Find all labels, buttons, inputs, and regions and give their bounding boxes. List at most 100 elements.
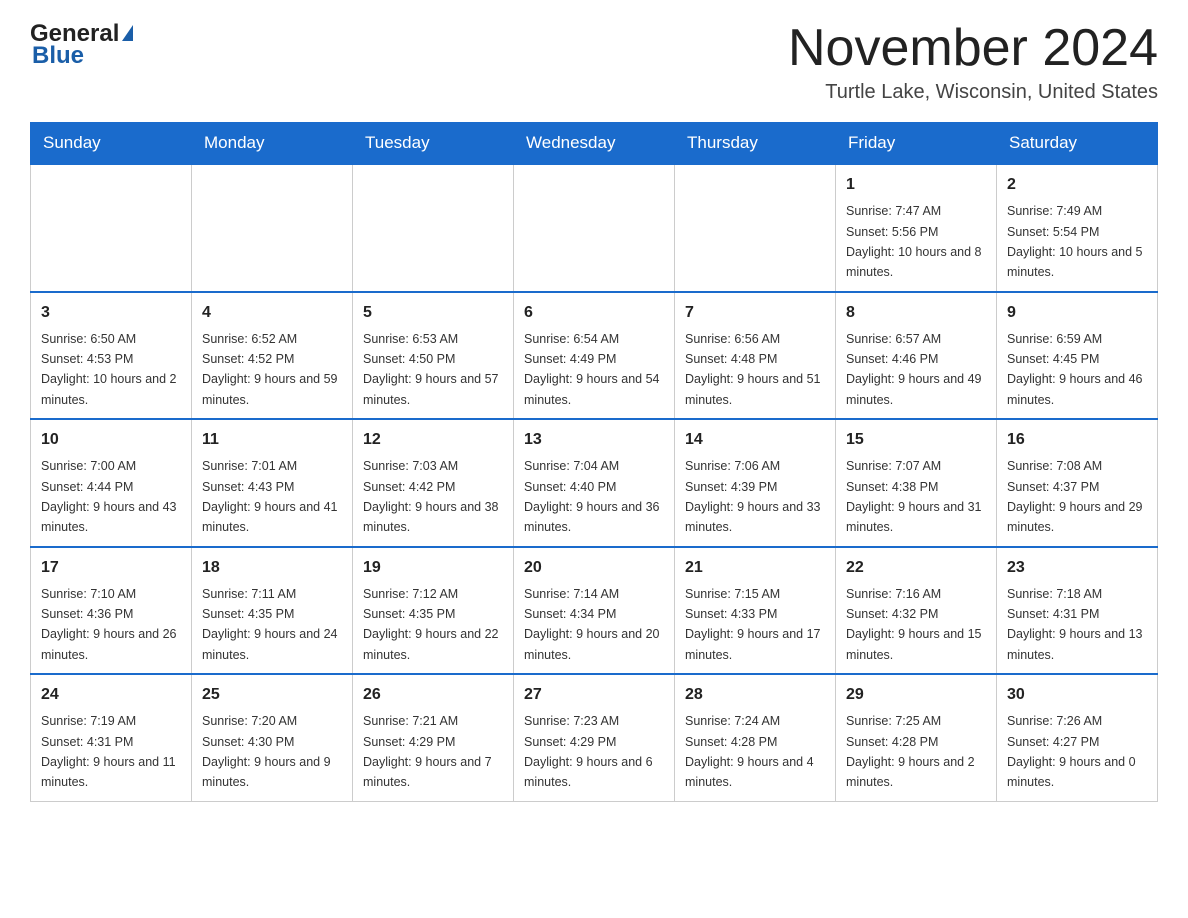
calendar-cell-4-4: 20Sunrise: 7:14 AMSunset: 4:34 PMDayligh… xyxy=(514,547,675,675)
calendar-cell-2-1: 3 Sunrise: 6:50 AMSunset: 4:53 PMDaylight… xyxy=(31,292,192,420)
calendar-cell-4-3: 19 Sunrise: 7:12 AMSunset: 4:35 PMDayligh… xyxy=(353,547,514,675)
day-info: Sunrise: 7:01 AMSunset: 4:43 PMDaylight:… xyxy=(202,459,338,534)
calendar-cell-5-7: 30 Sunrise: 7:26 AMSunset: 4:27 PMDayligh… xyxy=(997,674,1158,801)
day-number: 19 xyxy=(363,556,503,580)
month-title: November 2024 xyxy=(788,20,1158,77)
day-info: Sunrise: 7:25 AMSunset: 4:28 PMDaylight:… xyxy=(846,714,975,789)
calendar-cell-2-6: 8 Sunrise: 6:57 AMSunset: 4:46 PMDaylight… xyxy=(836,292,997,420)
calendar-cell-3-6: 15Sunrise: 7:07 AMSunset: 4:38 PMDayligh… xyxy=(836,419,997,547)
calendar-cell-2-4: 6 Sunrise: 6:54 AMSunset: 4:49 PMDaylight… xyxy=(514,292,675,420)
calendar-week-2: 3 Sunrise: 6:50 AMSunset: 4:53 PMDaylight… xyxy=(31,292,1158,420)
logo: General Blue xyxy=(30,20,133,70)
calendar-cell-1-1 xyxy=(31,164,192,292)
day-number: 16 xyxy=(1007,428,1147,452)
day-number: 29 xyxy=(846,683,986,707)
day-number: 8 xyxy=(846,301,986,325)
calendar-cell-5-6: 29 Sunrise: 7:25 AMSunset: 4:28 PMDayligh… xyxy=(836,674,997,801)
day-number: 4 xyxy=(202,301,342,325)
day-info: Sunrise: 7:03 AMSunset: 4:42 PMDaylight:… xyxy=(363,459,499,534)
logo-triangle-icon xyxy=(122,25,133,41)
day-info: Sunrise: 7:07 AMSunset: 4:38 PMDaylight:… xyxy=(846,459,982,534)
day-number: 17 xyxy=(41,556,181,580)
calendar-cell-1-6: 1 Sunrise: 7:47 AMSunset: 5:56 PMDaylight… xyxy=(836,164,997,292)
calendar-cell-2-3: 5 Sunrise: 6:53 AMSunset: 4:50 PMDaylight… xyxy=(353,292,514,420)
day-number: 13 xyxy=(524,428,664,452)
calendar-cell-4-7: 23 Sunrise: 7:18 AMSunset: 4:31 PMDayligh… xyxy=(997,547,1158,675)
calendar-cell-3-2: 11 Sunrise: 7:01 AMSunset: 4:43 PMDayligh… xyxy=(192,419,353,547)
day-number: 24 xyxy=(41,683,181,707)
calendar-week-4: 17 Sunrise: 7:10 AMSunset: 4:36 PMDayligh… xyxy=(31,547,1158,675)
day-info: Sunrise: 6:52 AMSunset: 4:52 PMDaylight:… xyxy=(202,332,338,407)
calendar-cell-3-4: 13 Sunrise: 7:04 AMSunset: 4:40 PMDayligh… xyxy=(514,419,675,547)
header-friday: Friday xyxy=(836,123,997,165)
day-info: Sunrise: 7:12 AMSunset: 4:35 PMDaylight:… xyxy=(363,587,499,662)
day-info: Sunrise: 6:56 AMSunset: 4:48 PMDaylight:… xyxy=(685,332,821,407)
header-saturday: Saturday xyxy=(997,123,1158,165)
day-number: 23 xyxy=(1007,556,1147,580)
calendar-header-row: SundayMondayTuesdayWednesdayThursdayFrid… xyxy=(31,123,1158,165)
day-number: 2 xyxy=(1007,173,1147,197)
location-subtitle: Turtle Lake, Wisconsin, United States xyxy=(788,81,1158,104)
day-number: 14 xyxy=(685,428,825,452)
calendar-cell-5-3: 26 Sunrise: 7:21 AMSunset: 4:29 PMDayligh… xyxy=(353,674,514,801)
logo-text-blue: Blue xyxy=(30,42,84,70)
day-info: Sunrise: 7:04 AMSunset: 4:40 PMDaylight:… xyxy=(524,459,660,534)
day-info: Sunrise: 6:54 AMSunset: 4:49 PMDaylight:… xyxy=(524,332,660,407)
day-info: Sunrise: 6:57 AMSunset: 4:46 PMDaylight:… xyxy=(846,332,982,407)
day-number: 3 xyxy=(41,301,181,325)
calendar-cell-1-7: 2 Sunrise: 7:49 AMSunset: 5:54 PMDaylight… xyxy=(997,164,1158,292)
day-info: Sunrise: 7:21 AMSunset: 4:29 PMDaylight:… xyxy=(363,714,492,789)
day-number: 25 xyxy=(202,683,342,707)
day-info: Sunrise: 7:26 AMSunset: 4:27 PMDaylight:… xyxy=(1007,714,1136,789)
calendar-cell-5-1: 24 Sunrise: 7:19 AMSunset: 4:31 PMDayligh… xyxy=(31,674,192,801)
calendar-cell-4-1: 17 Sunrise: 7:10 AMSunset: 4:36 PMDayligh… xyxy=(31,547,192,675)
day-number: 26 xyxy=(363,683,503,707)
day-info: Sunrise: 7:19 AMSunset: 4:31 PMDaylight:… xyxy=(41,714,176,789)
day-info: Sunrise: 7:10 AMSunset: 4:36 PMDaylight:… xyxy=(41,587,177,662)
day-info: Sunrise: 7:18 AMSunset: 4:31 PMDaylight:… xyxy=(1007,587,1143,662)
day-number: 1 xyxy=(846,173,986,197)
calendar-cell-5-4: 27Sunrise: 7:23 AMSunset: 4:29 PMDayligh… xyxy=(514,674,675,801)
day-info: Sunrise: 7:23 AMSunset: 4:29 PMDaylight:… xyxy=(524,714,653,789)
day-number: 7 xyxy=(685,301,825,325)
day-number: 11 xyxy=(202,428,342,452)
day-number: 12 xyxy=(363,428,503,452)
title-block: November 2024 Turtle Lake, Wisconsin, Un… xyxy=(788,20,1158,104)
day-info: Sunrise: 6:59 AMSunset: 4:45 PMDaylight:… xyxy=(1007,332,1143,407)
day-number: 6 xyxy=(524,301,664,325)
header-thursday: Thursday xyxy=(675,123,836,165)
header-monday: Monday xyxy=(192,123,353,165)
calendar-cell-4-2: 18Sunrise: 7:11 AMSunset: 4:35 PMDayligh… xyxy=(192,547,353,675)
calendar-cell-2-7: 9Sunrise: 6:59 AMSunset: 4:45 PMDaylight… xyxy=(997,292,1158,420)
day-number: 28 xyxy=(685,683,825,707)
calendar-cell-1-3 xyxy=(353,164,514,292)
calendar-cell-1-5 xyxy=(675,164,836,292)
day-info: Sunrise: 7:15 AMSunset: 4:33 PMDaylight:… xyxy=(685,587,821,662)
calendar-cell-4-5: 21 Sunrise: 7:15 AMSunset: 4:33 PMDayligh… xyxy=(675,547,836,675)
calendar-cell-2-2: 4 Sunrise: 6:52 AMSunset: 4:52 PMDaylight… xyxy=(192,292,353,420)
header-sunday: Sunday xyxy=(31,123,192,165)
calendar-week-3: 10Sunrise: 7:00 AMSunset: 4:44 PMDayligh… xyxy=(31,419,1158,547)
calendar-week-1: 1 Sunrise: 7:47 AMSunset: 5:56 PMDaylight… xyxy=(31,164,1158,292)
calendar-cell-4-6: 22Sunrise: 7:16 AMSunset: 4:32 PMDayligh… xyxy=(836,547,997,675)
header-wednesday: Wednesday xyxy=(514,123,675,165)
day-number: 22 xyxy=(846,556,986,580)
page-header: General Blue November 2024 Turtle Lake, … xyxy=(30,20,1158,104)
calendar-cell-3-1: 10Sunrise: 7:00 AMSunset: 4:44 PMDayligh… xyxy=(31,419,192,547)
calendar-cell-2-5: 7 Sunrise: 6:56 AMSunset: 4:48 PMDaylight… xyxy=(675,292,836,420)
day-info: Sunrise: 7:20 AMSunset: 4:30 PMDaylight:… xyxy=(202,714,331,789)
calendar-cell-1-2 xyxy=(192,164,353,292)
day-number: 18 xyxy=(202,556,342,580)
day-number: 20 xyxy=(524,556,664,580)
day-info: Sunrise: 7:49 AMSunset: 5:54 PMDaylight:… xyxy=(1007,204,1143,279)
day-info: Sunrise: 6:50 AMSunset: 4:53 PMDaylight:… xyxy=(41,332,177,407)
calendar-cell-5-5: 28 Sunrise: 7:24 AMSunset: 4:28 PMDayligh… xyxy=(675,674,836,801)
day-info: Sunrise: 7:47 AMSunset: 5:56 PMDaylight:… xyxy=(846,204,982,279)
day-number: 5 xyxy=(363,301,503,325)
day-number: 10 xyxy=(41,428,181,452)
day-info: Sunrise: 6:53 AMSunset: 4:50 PMDaylight:… xyxy=(363,332,499,407)
day-number: 30 xyxy=(1007,683,1147,707)
day-number: 21 xyxy=(685,556,825,580)
header-tuesday: Tuesday xyxy=(353,123,514,165)
day-info: Sunrise: 7:24 AMSunset: 4:28 PMDaylight:… xyxy=(685,714,814,789)
